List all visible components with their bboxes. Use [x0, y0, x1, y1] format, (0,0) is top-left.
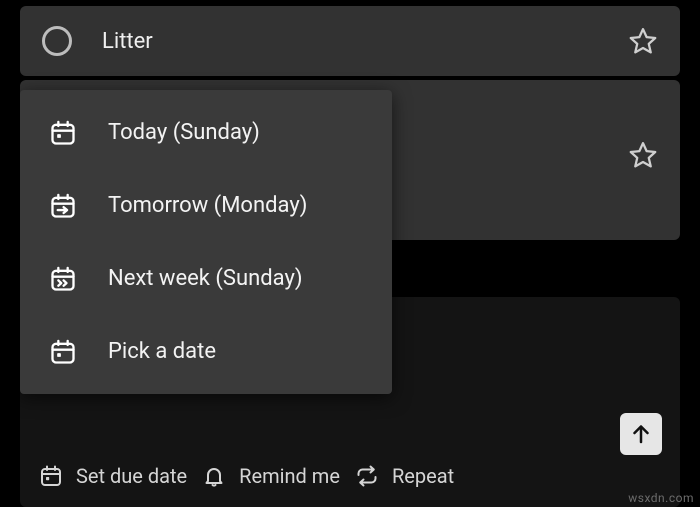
action-label: Repeat	[392, 464, 454, 488]
menu-item-today[interactable]: Today (Sunday)	[20, 96, 392, 169]
task-title: Litter	[102, 29, 628, 54]
due-date-menu: Today (Sunday) Tomorrow (Monday) Next we…	[20, 90, 392, 394]
task-row[interactable]: Litter	[20, 6, 680, 76]
remind-me-action[interactable]: Remind me	[201, 463, 340, 489]
menu-item-label: Today (Sunday)	[108, 120, 260, 145]
menu-item-label: Pick a date	[108, 339, 216, 364]
repeat-icon	[354, 463, 380, 489]
menu-item-tomorrow[interactable]: Tomorrow (Monday)	[20, 169, 392, 242]
star-icon[interactable]	[628, 140, 658, 170]
complete-toggle[interactable]	[42, 26, 72, 56]
menu-item-next-week[interactable]: Next week (Sunday)	[20, 242, 392, 315]
submit-button[interactable]	[620, 413, 662, 455]
set-due-date-action[interactable]: Set due date	[38, 463, 187, 489]
action-bar: Set due date Remind me Repeat	[20, 451, 680, 501]
menu-item-label: Tomorrow (Monday)	[108, 193, 307, 218]
watermark: wsxdn.com	[628, 491, 694, 505]
calendar-icon	[48, 337, 78, 367]
action-label: Set due date	[76, 464, 187, 488]
calendar-day-icon	[48, 118, 78, 148]
calendar-icon	[38, 463, 64, 489]
menu-item-pick-date[interactable]: Pick a date	[20, 315, 392, 388]
menu-item-label: Next week (Sunday)	[108, 266, 303, 291]
action-label: Remind me	[239, 464, 340, 488]
calendar-forward-icon	[48, 264, 78, 294]
star-icon[interactable]	[628, 26, 658, 56]
calendar-arrow-icon	[48, 191, 78, 221]
bell-icon	[201, 463, 227, 489]
repeat-action[interactable]: Repeat	[354, 463, 454, 489]
